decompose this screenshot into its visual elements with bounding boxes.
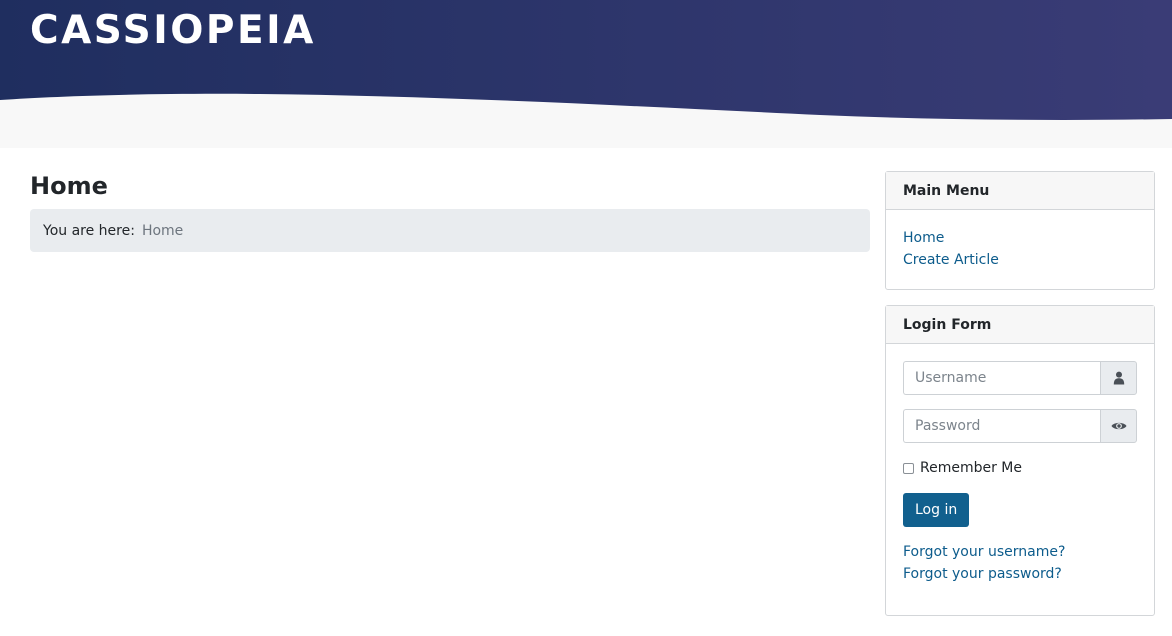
main-content: Home You are here: Home (30, 166, 870, 252)
eye-icon (1111, 422, 1126, 430)
username-group (903, 361, 1137, 395)
password-input[interactable] (903, 409, 1100, 443)
breadcrumb: You are here: Home (30, 209, 870, 252)
menu-link-create-article[interactable]: Create Article (903, 252, 999, 268)
main-menu-module: Main Menu Home Create Article (885, 171, 1155, 290)
main-menu-list: Home Create Article (903, 210, 1137, 271)
login-form-module: Login Form Remember Me (885, 305, 1155, 616)
main-menu-title: Main Menu (886, 172, 1154, 210)
list-item: Forgot your username? (903, 541, 1137, 563)
password-group (903, 409, 1137, 443)
login-button[interactable]: Log in (903, 493, 970, 527)
breadcrumb-current: Home (141, 222, 184, 239)
login-links: Forgot your username? Forgot your passwo… (903, 541, 1137, 585)
show-password-toggle[interactable] (1100, 409, 1137, 443)
site-header: CASSIOPEIA (0, 0, 1172, 148)
remember-me-checkbox[interactable] (903, 462, 914, 474)
remember-me[interactable]: Remember Me (903, 459, 1137, 477)
menu-item: Create Article (903, 249, 1137, 271)
menu-link-home[interactable]: Home (903, 230, 944, 246)
breadcrumb-prefix: You are here: (43, 222, 135, 239)
user-icon (1100, 361, 1137, 395)
forgot-password-link[interactable]: Forgot your password? (903, 566, 1062, 582)
remember-me-label: Remember Me (920, 460, 1022, 476)
user-icon-glyph (1113, 371, 1124, 385)
site-brand-logo[interactable]: CASSIOPEIA (30, 6, 316, 56)
page-title: Home (30, 172, 108, 200)
username-input[interactable] (903, 361, 1100, 395)
login-form-title: Login Form (886, 306, 1154, 344)
forgot-username-link[interactable]: Forgot your username? (903, 544, 1065, 560)
menu-item: Home (903, 227, 1137, 249)
list-item: Forgot your password? (903, 563, 1137, 585)
